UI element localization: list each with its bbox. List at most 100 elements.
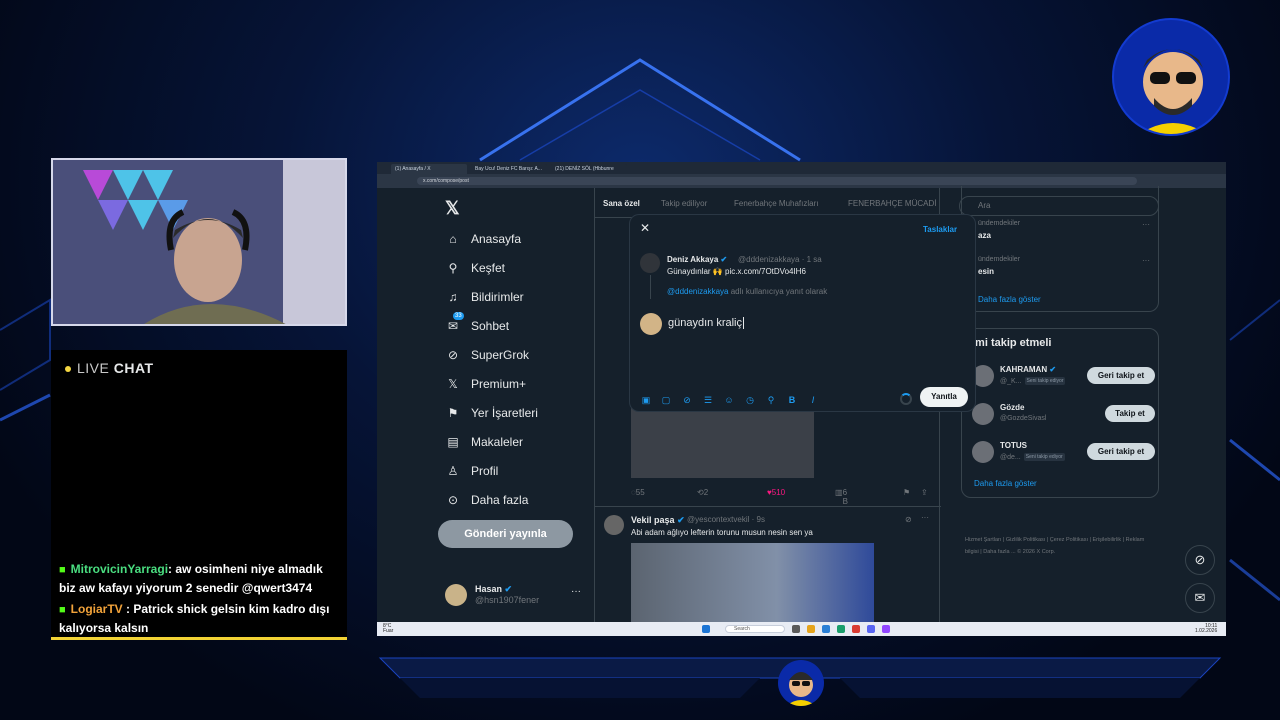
text-caret [743, 317, 744, 330]
right-sidebar: Ara ündemdekiler aza ··· ündemdekiler es… [957, 186, 1226, 622]
user-handle: @de... Seni takip ediyor [1000, 453, 1065, 461]
schedule-icon[interactable]: ◷ [744, 395, 756, 406]
more-dots-icon[interactable]: ··· [571, 586, 581, 597]
post-handle: @yescontextvekil · 9s [687, 515, 765, 524]
sidebar-item-chat[interactable]: ✉ 33 Sohbet [445, 312, 509, 335]
tab-following[interactable]: Takip ediliyor [661, 199, 707, 208]
trend-name[interactable]: aza [978, 231, 991, 240]
x-icon: 𝕏 [448, 377, 458, 391]
reply-modal: ✕ Taslaklar Deniz Akkaya ✔ @dddenizakkay… [629, 214, 976, 412]
italic-icon[interactable]: I [807, 395, 819, 405]
trend-category: ündemdekiler [978, 220, 1021, 227]
x-logo-icon[interactable]: 𝕏 [445, 198, 460, 219]
image-icon[interactable]: ▣ [640, 395, 652, 406]
share-icon[interactable]: ⇪ [921, 488, 928, 497]
chat-message: ■ LogiarTV : Patrick shick gelsin kim kad… [59, 602, 330, 635]
reply-button[interactable]: Yanıtla [920, 387, 968, 407]
bold-icon[interactable]: B [786, 395, 798, 405]
chat-icon: ✉ 33 [447, 312, 464, 333]
sidebar-item-notifications[interactable]: ♫ Bildirimler [445, 288, 524, 306]
post-media[interactable] [631, 543, 874, 623]
tab-list-2[interactable]: FENERBAHÇE MÜCADİ [848, 199, 936, 208]
tab-for-you[interactable]: Sana özel [603, 199, 640, 208]
taskbar-search-input[interactable]: Search [725, 625, 785, 633]
browser-tab[interactable]: (1) Anasayfa / X [391, 164, 467, 174]
post-text: Abi adam ağlıyo lefterin torunu musun ne… [631, 528, 813, 537]
obs-icon[interactable] [882, 625, 890, 633]
original-text: Günaydınlar 🙌 pic.x.com/7OtDVo4IH6 [667, 267, 806, 276]
compose-textarea[interactable]: günaydın kraliç [668, 317, 744, 330]
chrome-icon[interactable] [852, 625, 860, 633]
sidebar-item-home[interactable]: ⌂ Anasayfa [445, 230, 521, 248]
grok-icon[interactable]: ⊘ [681, 395, 693, 406]
post-button[interactable]: Gönderi yayınla [438, 520, 573, 548]
poll-icon[interactable]: ☰ [702, 395, 714, 406]
repost-action[interactable]: ⟲ 2 [697, 488, 708, 497]
more-dots-icon[interactable]: ··· [1142, 220, 1150, 229]
sidebar-item-articles[interactable]: ▤ Makaleler [445, 433, 523, 451]
browser-tab[interactable]: Bay Ucu! Deniz FC Barışı: A... [471, 164, 547, 174]
bookmark-icon[interactable]: ⚑ [903, 488, 910, 497]
drafts-button[interactable]: Taslaklar [923, 225, 957, 234]
sidebar-item-supergrok[interactable]: ⊘ SuperGrok [445, 346, 529, 364]
original-handle: @dddenizakkaya · 1 sa [738, 255, 822, 264]
edge-icon[interactable] [822, 625, 830, 633]
show-more-link[interactable]: Daha fazla göster [974, 479, 1037, 488]
messages-fab-icon[interactable]: ✉ [1185, 583, 1215, 613]
user-name[interactable]: KAHRAMAN ✔ [1000, 365, 1056, 374]
show-more-link[interactable]: Daha fazla göster [978, 295, 1041, 304]
more-dots-icon[interactable]: ··· [921, 513, 929, 522]
weather-widget[interactable]: 8°C Fuar [383, 624, 393, 634]
windows-start-icon[interactable] [702, 625, 710, 633]
follow-back-button[interactable]: Geri takip et [1087, 367, 1155, 384]
post-author[interactable]: Vekil paşa ✔ [631, 515, 685, 526]
x-page: 𝕏 ⌂ Anasayfa ⚲ Keşfet ♫ Bildirimler ✉ 33 Sohb… [377, 186, 1226, 623]
emoji-icon[interactable]: ☺ [723, 395, 735, 405]
sidebar-item-bookmarks[interactable]: ⚑ Yer İşaretleri [445, 404, 538, 422]
avatar [972, 403, 994, 425]
taskbar-clock[interactable]: 10:11 1.02.2026 [1195, 624, 1217, 634]
close-icon[interactable]: ✕ [640, 221, 650, 235]
browser-tab[interactable]: (21) DENİZ SÖL (Hbbunre [551, 164, 627, 174]
like-action[interactable]: ♥ 510 [767, 488, 785, 497]
trends-card: ündemdekiler aza ··· ündemdekiler esin ·… [961, 186, 1159, 312]
more-dots-icon[interactable]: ··· [1142, 256, 1150, 265]
user-name[interactable]: Gözde [1000, 403, 1024, 412]
live-chat-title: LIVE CHAT [65, 360, 154, 376]
task-view-icon[interactable] [792, 625, 800, 633]
grok-icon: ⊘ [447, 348, 459, 362]
windows-taskbar: 8°C Fuar Search 10:11 1.02.2026 [377, 622, 1226, 636]
url-input[interactable]: x.com/compose/post [417, 177, 1137, 185]
post[interactable]: Vekil paşa ✔ @yescontextvekil · 9s ⊘ ···… [595, 506, 941, 623]
live-chat-panel: LIVE CHAT ■ MitrovicinYarragi: aw osimhen… [51, 350, 347, 640]
footer-links[interactable]: Hizmet Şartları | Gizlilik Politikası | … [965, 534, 1155, 558]
sidebar-item-profile[interactable]: ♙ Profil [445, 462, 499, 480]
sidebar-item-more[interactable]: ⊙ Daha fazla [445, 491, 528, 509]
more-circle-icon: ⊙ [447, 493, 459, 507]
views-action[interactable]: ▥ 6 B [835, 488, 848, 506]
gif-icon[interactable]: ▢ [660, 395, 672, 406]
tab-list-1[interactable]: Fenerbahçe Muhafızları [734, 199, 819, 208]
grok-fab-icon[interactable]: ⊘ [1185, 545, 1215, 575]
verified-icon: ✔ [677, 515, 685, 525]
bookmark-icon: ⚑ [447, 406, 459, 420]
follow-back-button[interactable]: Geri takip et [1087, 443, 1155, 460]
discord-icon[interactable] [867, 625, 875, 633]
grok-icon[interactable]: ⊘ [905, 515, 912, 524]
streamer-avatar-logo [1112, 18, 1230, 136]
follow-button[interactable]: Takip et [1105, 405, 1155, 422]
chat-badge: 33 [453, 312, 464, 320]
explorer-icon[interactable] [807, 625, 815, 633]
app-icon[interactable] [837, 625, 845, 633]
post-actions: ◌ 55 ⟲ 2 ♥ 510 ▥ 6 B ⚑ ⇪ [631, 488, 931, 506]
sidebar-item-explore[interactable]: ⚲ Keşfet [445, 259, 505, 277]
chat-message: ■ MitrovicinYarragi: aw osimheni niye alm… [59, 562, 323, 595]
search-icon: ⚲ [448, 261, 458, 275]
user-name[interactable]: TOTUS [1000, 441, 1027, 450]
sidebar-item-premium[interactable]: 𝕏 Premium+ [445, 375, 526, 393]
location-icon[interactable]: ⚲ [765, 395, 777, 406]
person-icon: ♙ [447, 464, 459, 478]
trend-name[interactable]: esin [978, 267, 994, 276]
user-handle: @GozdeSivasl [1000, 415, 1047, 422]
reply-action[interactable]: ◌ 55 [631, 488, 645, 497]
